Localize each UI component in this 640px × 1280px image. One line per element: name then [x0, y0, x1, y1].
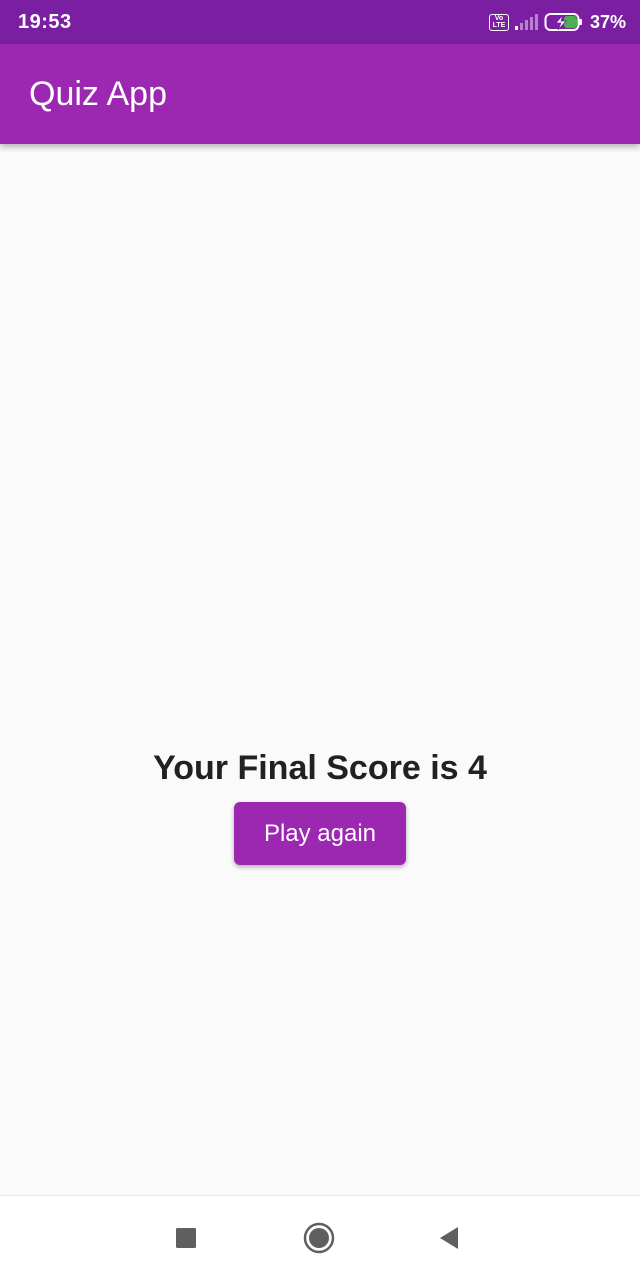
app-title: Quiz App — [29, 74, 167, 113]
back-triangle-icon[interactable] — [427, 1216, 471, 1260]
app-bar: Quiz App — [0, 44, 640, 144]
status-bar: 19:53 Vo LTE 37% — [0, 0, 640, 44]
battery-percent: 37% — [589, 11, 626, 32]
signal-strength-icon — [514, 14, 538, 30]
status-icons: Vo LTE 37% — [488, 11, 626, 33]
status-time: 19:53 — [18, 10, 72, 33]
recents-square-icon[interactable] — [164, 1216, 208, 1260]
volte-bottom-label: LTE — [492, 22, 506, 29]
battery-charging-icon — [544, 12, 584, 32]
final-score-text: Your Final Score is 4 — [153, 749, 487, 787]
play-again-button[interactable]: Play again — [234, 802, 406, 865]
volte-top-label: Vo — [494, 15, 504, 22]
home-circle-icon[interactable] — [297, 1216, 341, 1260]
main-content: Your Final Score is 4 Play again — [0, 144, 640, 1195]
volte-icon: Vo LTE — [488, 13, 509, 31]
system-navigation-bar — [0, 1195, 640, 1280]
